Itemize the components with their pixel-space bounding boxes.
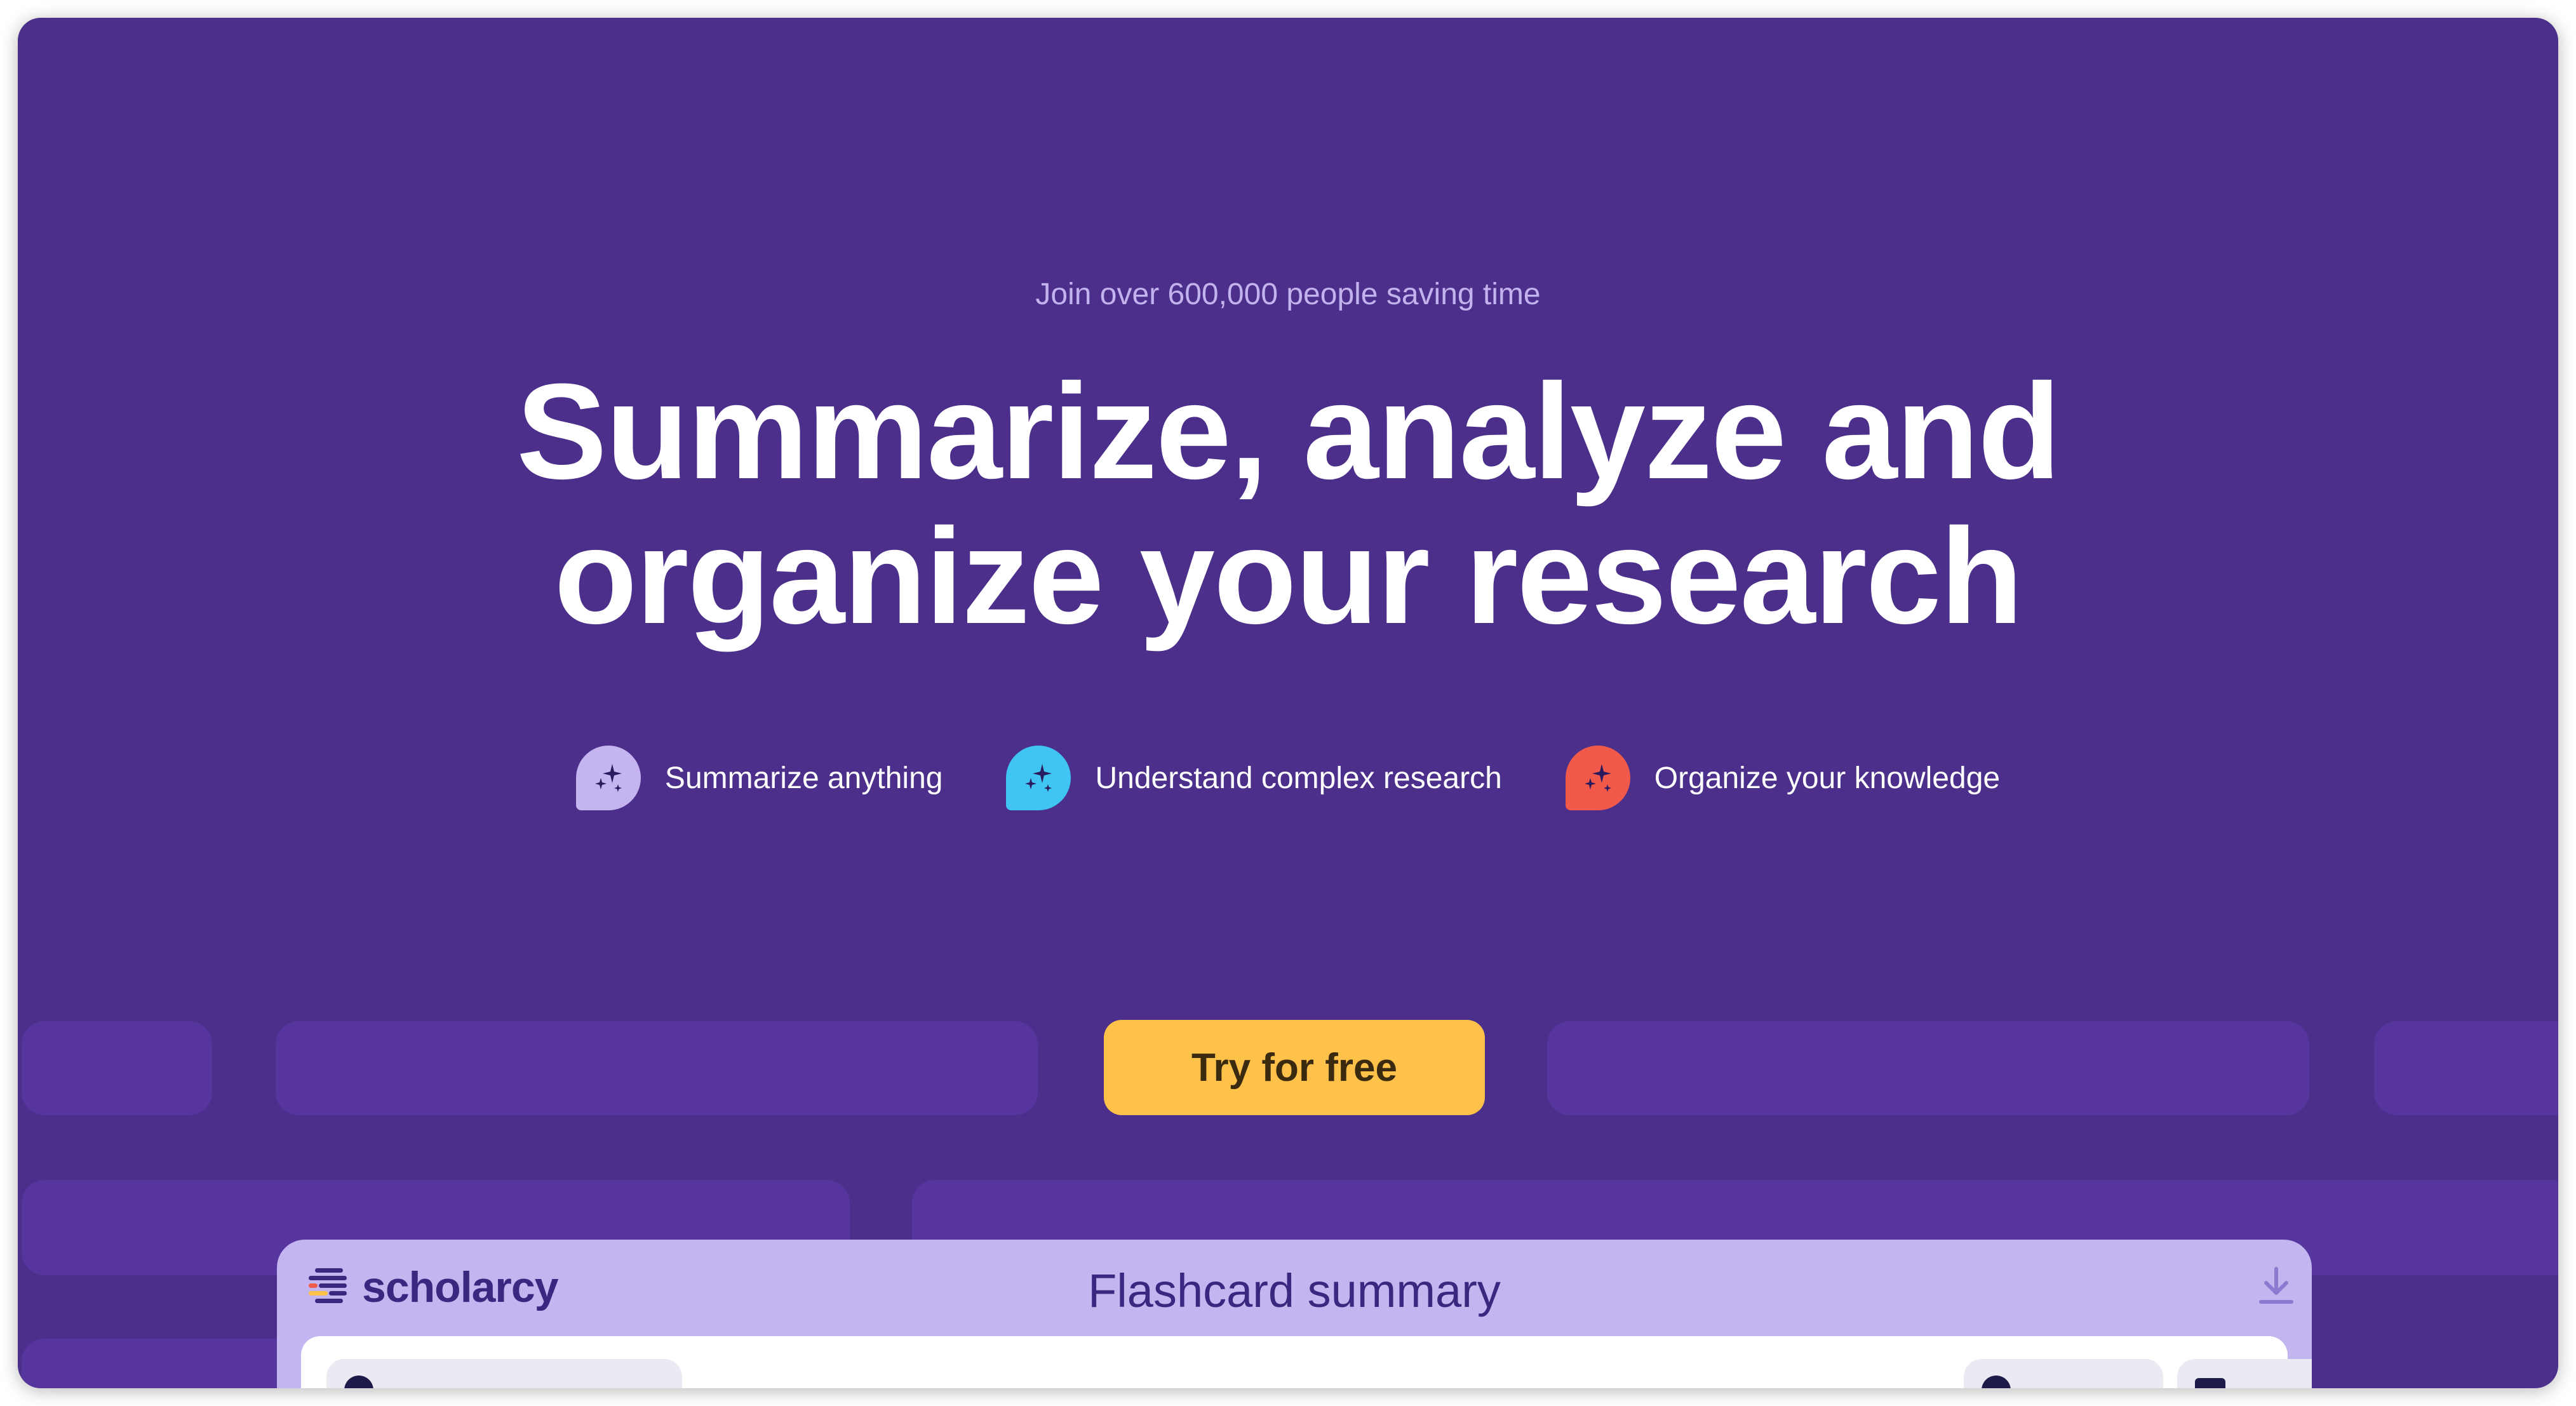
feature-summarize: Summarize anything [575,746,943,810]
app-preview-title: Flashcard summary [1088,1264,1501,1317]
background-pill [276,1021,1038,1115]
sparkle-bubble-icon [1565,746,1630,810]
background-pill [2374,1021,2558,1115]
download-icon[interactable] [2257,1266,2295,1306]
app-preview: scholarcy Flashcard summary [277,1240,2312,1388]
sparkle-bubble-icon [1006,746,1071,810]
toolbar-chip[interactable] [326,1359,682,1388]
try-for-free-button[interactable]: Try for free [1104,1020,1485,1115]
toolbar-chip[interactable] [2177,1359,2312,1388]
sparkle-icon [1025,764,1052,792]
feature-label: Understand complex research [1095,761,1502,795]
background-pill [22,1021,212,1115]
feature-understand: Understand complex research [1006,746,1502,810]
hero-section: Join over 600,000 people saving time Sum… [18,18,2558,1388]
feature-label: Organize your knowledge [1654,761,2001,795]
feature-organize: Organize your knowledge [1565,746,2001,810]
summary-panel [301,1336,2312,1388]
feature-list: Summarize anything Understand complex re… [18,746,2558,810]
toolbar-chip[interactable] [1964,1359,2163,1388]
background-pill [1547,1021,2309,1115]
sparkle-icon [1584,764,1611,792]
info-icon [344,1376,373,1388]
feature-label: Summarize anything [664,761,943,795]
hero-headline: Summarize, analyze and organize your res… [18,359,2558,649]
sparkle-icon [594,764,622,792]
sparkle-bubble-icon [575,746,641,810]
highlight-icon [1982,1376,2011,1388]
hero-kicker: Join over 600,000 people saving time [1035,278,1541,311]
notes-icon [2195,1378,2225,1388]
headline-line-2: organize your research [554,500,2023,652]
headline-line-1: Summarize, analyze and [516,356,2061,507]
